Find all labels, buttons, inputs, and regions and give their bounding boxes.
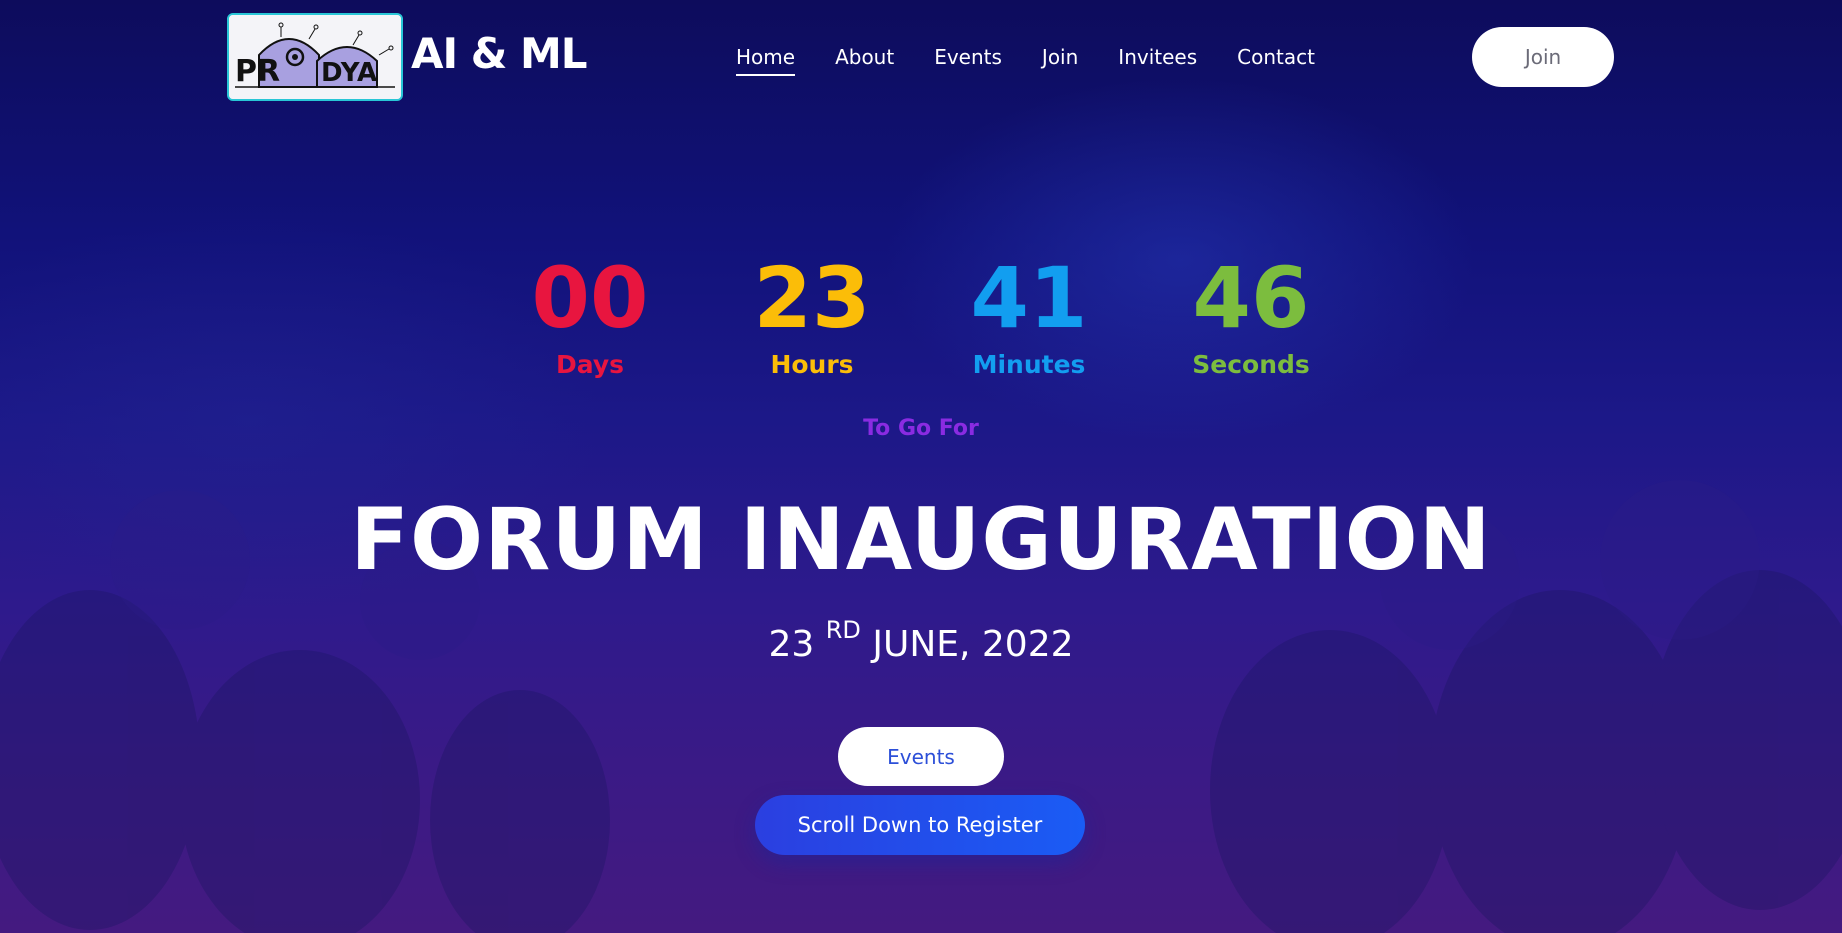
nav-item-events[interactable]: Events <box>934 42 1002 72</box>
event-title: FORUM INAUGURATION <box>350 490 1492 590</box>
events-button[interactable]: Events <box>838 727 1004 786</box>
minutes-label: Minutes <box>972 350 1086 379</box>
days-label: Days <box>555 350 625 379</box>
register-button[interactable]: Scroll Down to Register <box>755 795 1085 855</box>
nav-item-join[interactable]: Join <box>1042 42 1078 72</box>
countdown-seconds: 46 Seconds <box>1151 250 1351 382</box>
crowd-background <box>0 480 1842 933</box>
site-header: PR DYA AI & ML Home About Events Join In… <box>0 0 1842 115</box>
countdown-minutes: 41 Minutes <box>929 250 1129 382</box>
nav-item-about[interactable]: About <box>835 42 894 72</box>
join-button[interactable]: Join <box>1472 27 1614 87</box>
hours-value: 23 <box>753 249 871 347</box>
seconds-label: Seconds <box>1192 350 1310 379</box>
nav-item-contact[interactable]: Contact <box>1237 42 1315 72</box>
svg-text:DYA: DYA <box>321 58 377 88</box>
event-date-day: 23 <box>768 624 815 665</box>
svg-text:PR: PR <box>235 54 280 89</box>
countdown-hours: 23 Hours <box>712 250 912 382</box>
countdown-days: 00 Days <box>490 250 690 382</box>
nav-item-invitees[interactable]: Invitees <box>1118 42 1197 72</box>
logo[interactable]: PR DYA <box>227 13 403 101</box>
seconds-value: 46 <box>1192 249 1310 347</box>
countdown-timer: 00 Days 23 Hours 41 Minutes 46 Seconds <box>0 250 1842 390</box>
event-date-suffix: RD <box>825 616 861 644</box>
main-nav: Home About Events Join Invitees Contact <box>736 42 1315 76</box>
pradnya-logo-icon: PR DYA <box>229 15 401 99</box>
event-date: 23 RD JUNE, 2022 <box>0 618 1842 670</box>
days-value: 00 <box>531 249 649 347</box>
brand-title: AI & ML <box>411 29 588 78</box>
hours-label: Hours <box>770 350 854 379</box>
event-date-rest: JUNE, 2022 <box>872 624 1074 665</box>
minutes-value: 41 <box>970 249 1088 347</box>
nav-item-home[interactable]: Home <box>736 42 796 76</box>
countdown-subtitle: To Go For <box>863 416 979 441</box>
